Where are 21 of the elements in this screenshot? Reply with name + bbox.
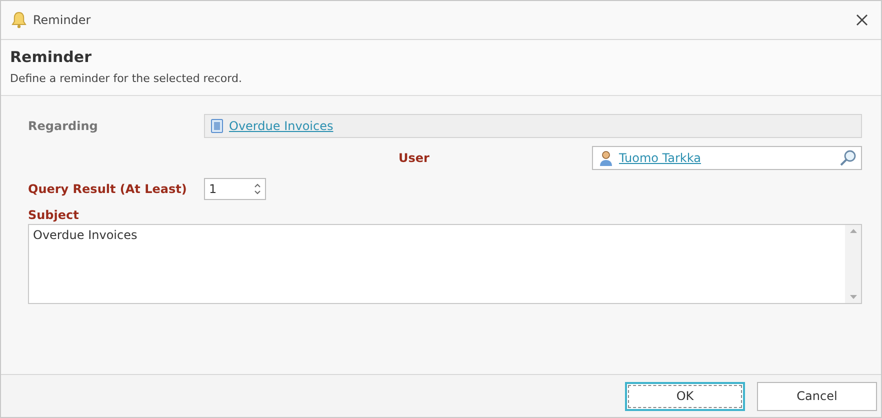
subject-text: Overdue Invoices xyxy=(32,227,138,244)
window-title: Reminder xyxy=(33,13,92,27)
field-label: Regarding xyxy=(28,119,99,133)
user-lookup-field[interactable]: Tuomo Tarkka xyxy=(592,146,862,170)
user-link[interactable]: Tuomo Tarkka xyxy=(619,151,833,165)
header-description: Define a reminder for the selected record. xyxy=(10,72,243,85)
person-icon xyxy=(599,150,613,166)
scroll-bar[interactable] xyxy=(845,225,861,303)
field-label: User xyxy=(398,151,430,165)
spin-arrows-icon[interactable] xyxy=(254,183,261,195)
subject-field[interactable]: Overdue Invoices xyxy=(28,224,862,304)
document-icon xyxy=(211,119,223,133)
spin-value: 1 xyxy=(209,182,217,196)
field-label: Subject xyxy=(28,208,80,222)
header-title: Reminder xyxy=(10,48,92,66)
search-icon[interactable] xyxy=(839,149,857,167)
spin-field[interactable]: 1 xyxy=(204,178,266,200)
field-label: Query Result (At Least) xyxy=(28,182,188,196)
cancel-button[interactable]: Cancel xyxy=(757,382,877,410)
ok-button[interactable]: OK xyxy=(625,382,745,410)
bell-icon xyxy=(11,11,27,29)
